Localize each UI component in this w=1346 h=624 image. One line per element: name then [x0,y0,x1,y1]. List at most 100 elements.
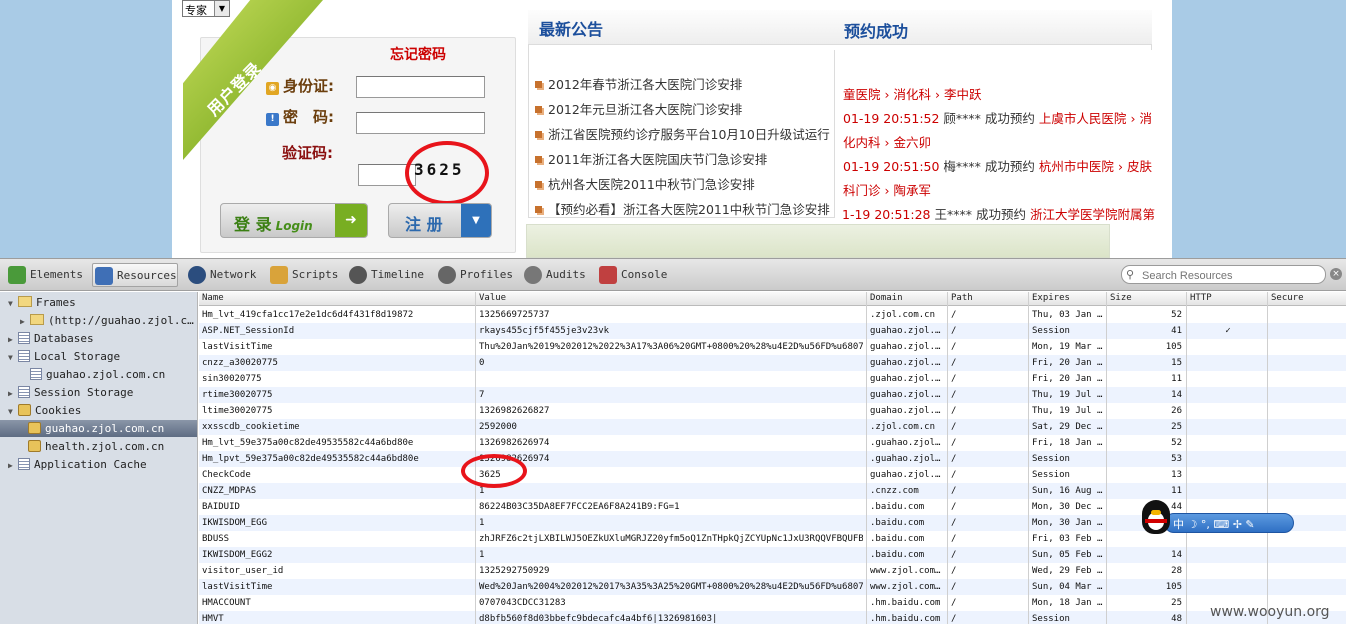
department-link[interactable]: 化内科 [843,135,881,150]
tree-item-frame[interactable]: ▶ (http://guahao.zjol.c… [20,312,194,329]
folder-icon [18,296,32,307]
table-row[interactable]: lastVisitTime Thu%20Jan%2019%202012%2022%… [199,339,1346,355]
appointment-line: 科门诊 › 陶承军 [843,180,931,199]
register-button[interactable]: 注 册 ▼ [388,203,492,238]
doctor-link[interactable]: 李中跃 [944,87,982,102]
tree-item-application-cache[interactable]: ▶ Application Cache [8,456,147,473]
department-link[interactable]: 科门诊 [843,183,881,198]
table-cell: .zjol.com.cn [870,422,936,432]
hospital-link[interactable]: 上虞市人民医院 [1039,111,1127,126]
resources-icon [95,267,113,285]
tab-profiles[interactable]: Profiles [436,263,513,287]
news-item[interactable]: 2012年元旦浙江各大医院门诊安排 [535,99,742,118]
tab-resources[interactable]: Resources [92,263,178,287]
table-row[interactable]: HMACCOUNT 0707043CDCC31283 .hm.baidu.com / M… [199,595,1346,611]
table-cell: .cnzz.com [870,486,919,496]
column-header[interactable]: Path [951,293,973,303]
table-row[interactable]: HMVT d8bfb560f8d03bbefc9bdecafc4a4bf6|132… [199,611,1346,624]
table-cell: .baidu.com [870,550,925,560]
news-item[interactable]: 杭州各大医院2011中秋节门急诊安排 [535,174,755,193]
tree-item-cookie-health[interactable]: health.zjol.com.cn [28,438,164,455]
table-row[interactable]: xxsscdb_cookietime 2592000 .zjol.com.cn / Sa… [199,419,1346,435]
tab-scripts[interactable]: Scripts [268,263,338,287]
column-header[interactable]: Expires [1032,293,1070,303]
table-row[interactable]: ltime30020775 1326982626827 guahao.zjol.… /… [199,403,1346,419]
column-divider [947,292,948,624]
login-button[interactable]: 登 录 Login ➜ [220,203,368,238]
table-cell: Fri, 20 Jan … [1032,374,1103,384]
news-item[interactable]: 2012年春节浙江各大医院门诊安排 [535,74,742,93]
hospital-link[interactable]: 浙江大学医学院附属第 [1030,207,1155,222]
doctor-link[interactable]: 金六卯 [894,135,932,150]
table-cell: guahao.zjol.… [870,470,941,480]
news-item[interactable]: 【预约必看】浙江各大医院2011中秋节门急诊安排 [535,199,830,218]
table-cell: Hm_lvt_419cfa1cc17e2e1dc6d4f431f8d19872 [202,310,414,320]
user-icon: ◉ [266,82,279,95]
tab-network[interactable]: Network [186,263,258,287]
news-item[interactable]: 2011年浙江各大医院国庆节门急诊安排 [535,149,767,168]
column-header[interactable]: Secure [1271,293,1304,303]
table-cell: Mon, 18 Jan … [1032,598,1103,608]
department-link[interactable]: 消化科 [894,87,932,102]
tree-item-cookie-guahao[interactable]: guahao.zjol.com.cn [0,420,197,437]
tree-label: guahao.zjol.com.cn [46,368,166,381]
search-resources-input[interactable] [1121,265,1326,284]
column-header[interactable]: Size [1110,293,1132,303]
table-cell: 13 [1171,470,1182,480]
category-select[interactable]: 专家 ▼ [182,0,230,17]
table-row[interactable]: IKWISDOM_EGG2 1 .baidu.com / Sun, 05 Feb … 14 [199,547,1346,563]
table-cell: 0 [479,358,485,368]
id-card-input[interactable] [356,76,485,98]
table-row[interactable]: ASP.NET_SessionId rkays455cjf5f455je3v23v… [199,323,1346,339]
table-cell: .guahao.zjol… [870,454,941,464]
tab-audits[interactable]: Audits [522,263,588,287]
column-header[interactable]: Value [479,293,506,303]
department-link[interactable]: 消 [1139,111,1152,126]
forgot-password-link[interactable]: 忘记密码 [390,44,446,64]
hospital-link[interactable]: 杭州市中医院 [1039,159,1114,174]
table-row[interactable]: rtime30020775 7 guahao.zjol.… / Thu, 19 Jul … [199,387,1346,403]
tree-item-local-storage[interactable]: ▼ Local Storage [8,348,120,365]
news-item-text: 2012年元旦浙江各大医院门诊安排 [548,102,743,117]
table-row[interactable]: visitor_user_id 1325292750929 www.zjol.com… [199,563,1346,579]
table-cell: visitor_user_id [202,566,284,576]
bullet-icon [535,181,542,188]
department-link[interactable]: 皮肤 [1127,159,1152,174]
table-row[interactable]: sin30020775 guahao.zjol.… / Fri, 20 Jan … 11 [199,371,1346,387]
tree-item-databases[interactable]: ▶ Databases [8,330,94,347]
banner-strip [526,224,1110,258]
table-row[interactable]: CNZZ_MDPAS 1 .cnzz.com / Sun, 16 Aug … 11 [199,483,1346,499]
column-header[interactable]: Name [202,293,224,303]
close-icon[interactable]: × [1330,268,1342,280]
appointment-time: 1-19 20:51:28 [842,207,931,222]
table-row[interactable]: lastVisitTime Wed%20Jan%2004%202012%2017%… [199,579,1346,595]
tree-item-local-storage-domain[interactable]: guahao.zjol.com.cn [30,366,165,383]
tree-item-session-storage[interactable]: ▶ Session Storage [8,384,133,401]
table-cell: Fri, 03 Feb … [1032,534,1103,544]
penguin-beak [1151,510,1161,515]
table-row[interactable]: Hm_lpvt_59e375a00c82de49535582c44a6bd80e… [199,451,1346,467]
table-cell: 11 [1171,374,1182,384]
triangle-right-icon: ▶ [8,335,13,344]
table-row[interactable]: cnzz_a30020775 0 guahao.zjol.… / Fri, 20 Jan… [199,355,1346,371]
hospital-link[interactable]: 童医院 [843,87,881,102]
news-item[interactable]: 浙江省医院预约诊疗服务平台10月10日升级试运行 [535,124,830,143]
tab-console[interactable]: Console [597,263,667,287]
table-row[interactable]: CheckCode 3625 guahao.zjol.… / Session 13 [199,467,1346,483]
ime-toolbar[interactable]: 中 ☽ °, ⌨ ✢ ✎ [1140,498,1295,538]
column-header[interactable]: Domain [870,293,903,303]
column-divider [1186,292,1187,624]
table-cell: 26 [1171,406,1182,416]
tab-timeline[interactable]: Timeline [347,263,425,287]
doctor-link[interactable]: 陶承军 [894,183,932,198]
ime-bar[interactable]: 中 ☽ °, ⌨ ✢ ✎ [1164,513,1294,533]
column-header[interactable]: HTTP [1190,293,1212,303]
tree-item-cookies[interactable]: ▼ Cookies [8,402,81,419]
table-row[interactable]: Hm_lvt_419cfa1cc17e2e1dc6d4f431f8d19872 1… [199,307,1346,323]
tab-elements[interactable]: Elements [6,263,83,287]
table-cell: / [951,454,957,464]
password-input[interactable] [356,112,485,134]
table-row[interactable]: Hm_lvt_59e375a00c82de49535582c44a6bd80e 1… [199,435,1346,451]
tree-item-frames[interactable]: ▼ Frames [8,294,76,311]
login-button-sublabel: Login [275,219,313,233]
